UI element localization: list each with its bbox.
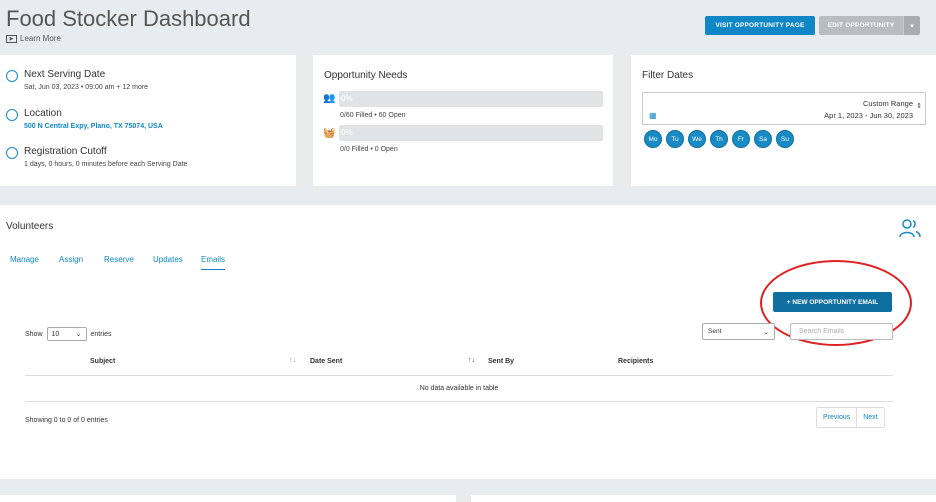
tab-manage[interactable]: Manage [10, 255, 39, 264]
day-filter-we[interactable]: We [688, 130, 706, 148]
show-label: Show [25, 330, 43, 338]
day-filter-su[interactable]: Su [776, 130, 794, 148]
filter-card: Filter Dates ▦ Custom Range Apr 1, 2023 … [631, 55, 936, 186]
edit-dropdown-toggle[interactable]: ▾ [903, 16, 920, 35]
bottom-card [0, 495, 456, 502]
cutoff-label: Registration Cutoff [24, 146, 107, 157]
bottom-card [471, 495, 936, 502]
needs-percent: 0% [341, 94, 353, 103]
next-serving-row: Next Serving Date Sat, Jun 03, 2023 • 09… [6, 69, 148, 91]
tab-emails[interactable]: Emails [201, 255, 226, 270]
page-title: Food Stocker Dashboard [6, 6, 251, 31]
column-sent-by[interactable]: Sent By [488, 358, 514, 365]
search-emails-input[interactable] [790, 323, 893, 340]
volunteers-panel: Volunteers Manage Assign Reserve Updates… [0, 205, 936, 479]
day-filter-th[interactable]: Th [710, 130, 728, 148]
visit-opportunity-button[interactable]: VISIT OPPORTUNITY PAGE [705, 16, 815, 35]
entries-select[interactable]: 10 ⌄ [46, 327, 87, 341]
sort-icon[interactable]: ↑↓ [289, 357, 296, 364]
play-icon: ▶ [6, 34, 17, 43]
chevron-down-icon: ⌄ [75, 331, 82, 338]
location-row: Location 500 N Central Expy, Plano, TX 7… [6, 108, 163, 130]
tab-reserve[interactable]: Reserve [104, 255, 134, 264]
next-serving-value: Sat, Jun 03, 2023 • 09:00 am + 12 more [24, 84, 149, 91]
users-icon: 👥 [323, 93, 336, 104]
clock-icon [6, 70, 18, 82]
range-value: Apr 1, 2023 - Jun 30, 2023 [824, 111, 913, 120]
sent-filter-select[interactable]: Sent ⌄ [702, 323, 775, 340]
location-pin-icon [6, 109, 18, 121]
users-icon [899, 219, 921, 238]
pagination: Previous Next [816, 407, 885, 428]
filter-title: Filter Dates [642, 70, 694, 81]
entries-label: entries [90, 330, 112, 338]
next-page-button[interactable]: Next [856, 408, 883, 427]
next-serving-label: Next Serving Date [24, 69, 106, 80]
clock-icon [6, 147, 18, 159]
table-divider [25, 401, 893, 402]
needs-detail: 0/0 Filled • 0 Open [340, 146, 398, 153]
previous-page-button[interactable]: Previous [817, 408, 856, 427]
date-range-picker[interactable]: ▦ Custom Range Apr 1, 2023 - Jun 30, 202… [642, 92, 926, 125]
edit-opportunity-button[interactable]: EDIT OPPORTUNITY [819, 16, 903, 35]
location-link[interactable]: 500 N Central Expy, Plano, TX 75074, USA [24, 123, 163, 130]
needs-progress-bar: 0% [339, 125, 603, 141]
learn-more-label: Learn More [20, 34, 61, 43]
needs-progress-bar: 0% [339, 91, 603, 107]
tab-updates[interactable]: Updates [153, 255, 183, 264]
column-date-sent[interactable]: Date Sent [310, 358, 342, 365]
table-divider [25, 375, 893, 376]
calendar-icon: ▦ [649, 111, 657, 120]
volunteers-title: Volunteers [6, 221, 54, 232]
empty-table-message: No data available in table [419, 385, 499, 392]
tab-assign[interactable]: Assign [59, 255, 83, 264]
needs-title: Opportunity Needs [324, 70, 408, 81]
needs-card: Opportunity Needs 👥 0% 0/60 Filled • 60 … [313, 55, 613, 186]
needs-detail: 0/60 Filled • 60 Open [340, 112, 406, 119]
entries-value: 10 [51, 330, 60, 338]
day-filter-fr[interactable]: Fr [732, 130, 750, 148]
info-card: Next Serving Date Sat, Jun 03, 2023 • 09… [0, 55, 296, 186]
basket-icon: 🧺 [323, 128, 336, 139]
entries-length-control: Show 10 ⌄ entries [25, 327, 112, 341]
needs-percent: 0% [341, 128, 353, 137]
location-label: Location [24, 108, 62, 119]
range-label: Custom Range [862, 99, 913, 108]
day-filter-tu[interactable]: Tu [666, 130, 684, 148]
sent-filter-value: Sent [708, 328, 722, 335]
day-filter-mo[interactable]: Mo [644, 130, 662, 148]
column-recipients[interactable]: Recipients [618, 358, 653, 365]
cutoff-value: 1 days, 0 hours, 0 minutes before each S… [24, 161, 188, 168]
chevron-down-icon: ⌄ [763, 328, 769, 336]
cutoff-row: Registration Cutoff 1 days, 0 hours, 0 m… [6, 146, 187, 168]
column-subject[interactable]: Subject [90, 358, 115, 365]
table-info: Showing 0 to 0 of 0 entries [25, 417, 108, 424]
sort-icon[interactable]: ↑↓ [468, 357, 475, 364]
learn-more-link[interactable]: ▶ Learn More [6, 34, 61, 43]
sort-arrows-icon: ⇕ [916, 103, 922, 110]
day-filter-sa[interactable]: Sa [754, 130, 772, 148]
